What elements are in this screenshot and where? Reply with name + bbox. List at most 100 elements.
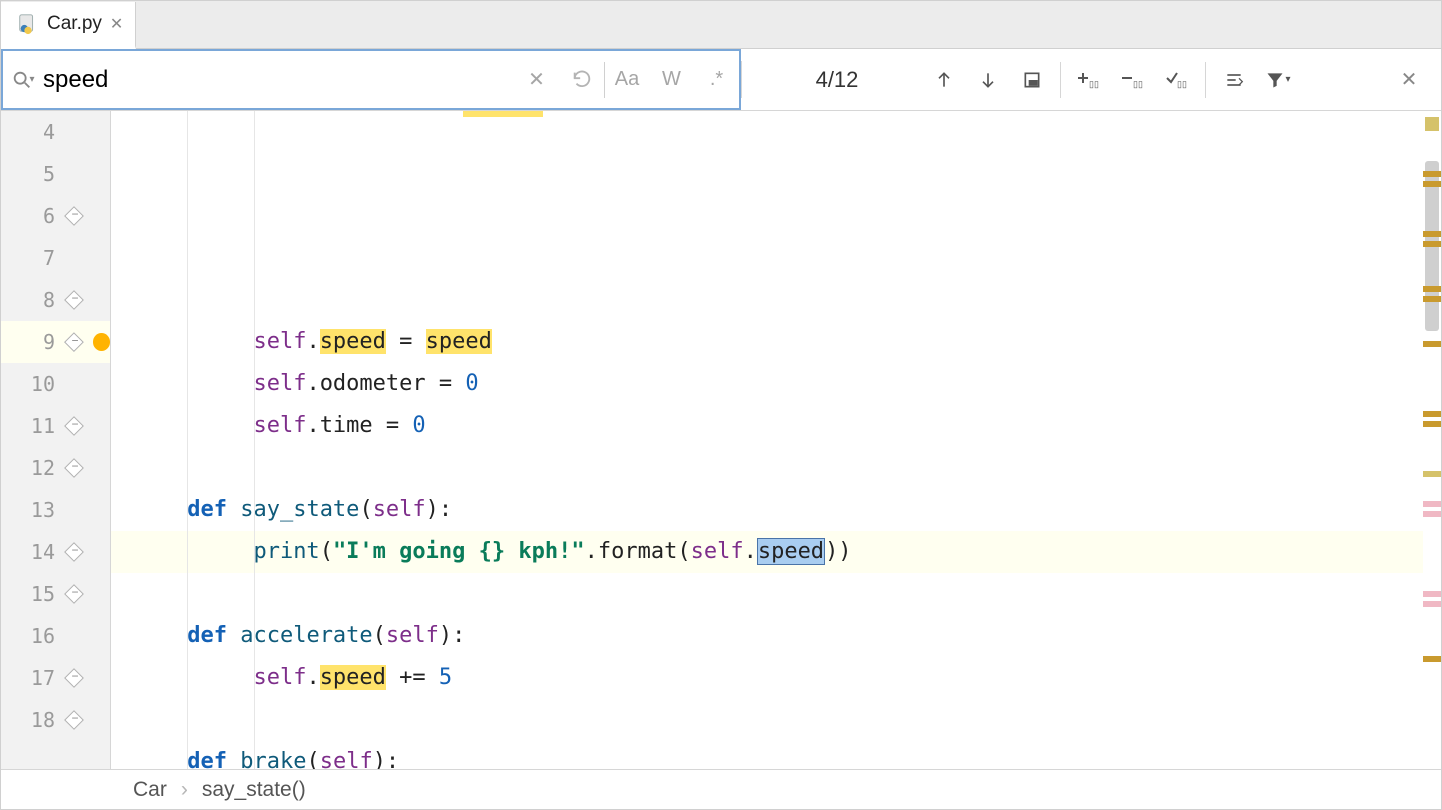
- regex-toggle[interactable]: .*: [694, 68, 739, 91]
- code-line[interactable]: [111, 699, 1423, 741]
- line-number: 11: [1, 405, 61, 447]
- indent-guide: [187, 111, 188, 771]
- fold-toggle-icon[interactable]: [64, 206, 84, 226]
- error-stripe-mark[interactable]: [1423, 501, 1441, 507]
- error-stripe-mark[interactable]: [1423, 591, 1441, 597]
- error-stripe-mark[interactable]: [1423, 296, 1441, 302]
- indent-guide: [254, 111, 255, 771]
- line-number: 18: [1, 699, 61, 741]
- python-file-icon: [17, 13, 39, 35]
- error-stripe-mark[interactable]: [1423, 471, 1441, 477]
- code-line[interactable]: self.speed += 5: [111, 657, 1423, 699]
- code-line[interactable]: def say_state(self):: [111, 489, 1423, 531]
- code-line[interactable]: self.speed = speed: [111, 321, 1423, 363]
- fold-toggle-icon[interactable]: [64, 542, 84, 562]
- error-stripe-mark[interactable]: [1423, 241, 1441, 247]
- next-match-button[interactable]: [966, 58, 1010, 102]
- fold-row: [61, 279, 110, 321]
- clear-search-icon[interactable]: ✕: [514, 67, 559, 92]
- fold-row: [61, 447, 110, 489]
- tab-bar: Car.py ✕: [1, 1, 1441, 49]
- fold-toggle-icon[interactable]: [64, 584, 84, 604]
- search-input[interactable]: [43, 62, 514, 98]
- fold-row: [61, 321, 110, 363]
- highlight-marker: [463, 111, 543, 117]
- line-number: 9: [1, 321, 61, 363]
- fold-row: [61, 489, 110, 531]
- fold-row: [61, 237, 110, 279]
- code-line[interactable]: def brake(self):: [111, 741, 1423, 771]
- marker-strip[interactable]: [1423, 111, 1441, 771]
- line-number: 10: [1, 363, 61, 405]
- code-line[interactable]: [111, 447, 1423, 489]
- select-occurrences-button[interactable]: ▯▯: [1155, 58, 1199, 102]
- whole-word-toggle[interactable]: W: [649, 68, 694, 91]
- match-case-toggle[interactable]: Aa: [604, 62, 649, 98]
- line-number: 6: [1, 195, 61, 237]
- find-input-container: ▾ ✕ Aa W .*: [1, 49, 741, 110]
- fold-toggle-icon[interactable]: [64, 668, 84, 688]
- breadcrumb-method[interactable]: say_state(): [202, 778, 306, 802]
- divider: [1060, 62, 1061, 98]
- code-line[interactable]: self.odometer = 0: [111, 363, 1423, 405]
- error-stripe-mark[interactable]: [1425, 117, 1439, 131]
- find-bar: ▾ ✕ Aa W .* 4/12 ▯▯ ▯▯ ▯▯ ▾ ✕: [1, 49, 1441, 111]
- history-icon[interactable]: [559, 69, 604, 91]
- fold-row: [61, 111, 110, 153]
- svg-text:▯▯: ▯▯: [1133, 79, 1143, 89]
- line-number: 16: [1, 615, 61, 657]
- line-number-gutter: 456789101112131415161718: [1, 111, 61, 771]
- fold-toggle-icon[interactable]: [64, 332, 84, 352]
- code-line[interactable]: print("I'm going {} kph!".format(self.sp…: [111, 531, 1423, 573]
- error-stripe-mark[interactable]: [1423, 421, 1441, 427]
- breadcrumb: Car › say_state(): [1, 769, 1441, 809]
- svg-text:▯▯: ▯▯: [1089, 79, 1099, 89]
- fold-toggle-icon[interactable]: [64, 710, 84, 730]
- toggle-multiline-button[interactable]: [1212, 58, 1256, 102]
- fold-row: [61, 153, 110, 195]
- close-find-button[interactable]: ✕: [1387, 58, 1431, 102]
- line-number: 5: [1, 153, 61, 195]
- code-line[interactable]: [111, 573, 1423, 615]
- filter-button[interactable]: ▾: [1256, 58, 1300, 102]
- error-stripe-mark[interactable]: [1423, 411, 1441, 417]
- select-all-button[interactable]: [1010, 58, 1054, 102]
- fold-row: [61, 573, 110, 615]
- fold-row: [61, 699, 110, 741]
- error-stripe-mark[interactable]: [1423, 286, 1441, 292]
- line-number: 17: [1, 657, 61, 699]
- fold-toggle-icon[interactable]: [64, 458, 84, 478]
- code-line[interactable]: def accelerate(self):: [111, 615, 1423, 657]
- tab-close-icon[interactable]: ✕: [110, 14, 123, 34]
- fold-row: [61, 615, 110, 657]
- fold-row: [61, 405, 110, 447]
- fold-toggle-icon[interactable]: [64, 416, 84, 436]
- fold-row: [61, 531, 110, 573]
- code-area[interactable]: self.speed = speed self.odometer = 0 sel…: [111, 111, 1423, 771]
- add-selection-button[interactable]: ▯▯: [1067, 58, 1111, 102]
- editor: 456789101112131415161718 self.speed = sp…: [1, 111, 1441, 771]
- line-number: 4: [1, 111, 61, 153]
- find-controls: 4/12 ▯▯ ▯▯ ▯▯ ▾ ✕: [742, 49, 1441, 110]
- error-stripe-mark[interactable]: [1423, 656, 1441, 662]
- remove-selection-button[interactable]: ▯▯: [1111, 58, 1155, 102]
- search-icon[interactable]: ▾: [3, 69, 43, 91]
- svg-text:▯▯: ▯▯: [1177, 79, 1187, 89]
- code-line[interactable]: self.time = 0: [111, 405, 1423, 447]
- error-stripe-mark[interactable]: [1423, 511, 1441, 517]
- file-tab[interactable]: Car.py ✕: [1, 2, 136, 49]
- error-stripe-mark[interactable]: [1423, 171, 1441, 177]
- fold-toggle-icon[interactable]: [64, 290, 84, 310]
- line-number: 8: [1, 279, 61, 321]
- line-number: 7: [1, 237, 61, 279]
- prev-match-button[interactable]: [922, 58, 966, 102]
- breadcrumb-class[interactable]: Car: [133, 778, 167, 802]
- fold-row: [61, 657, 110, 699]
- error-stripe-mark[interactable]: [1423, 231, 1441, 237]
- error-stripe-mark[interactable]: [1423, 601, 1441, 607]
- divider: [1205, 62, 1206, 98]
- error-stripe-mark[interactable]: [1423, 181, 1441, 187]
- intention-bulb-icon[interactable]: [93, 333, 110, 351]
- error-stripe-mark[interactable]: [1423, 341, 1441, 347]
- fold-gutter: [61, 111, 111, 771]
